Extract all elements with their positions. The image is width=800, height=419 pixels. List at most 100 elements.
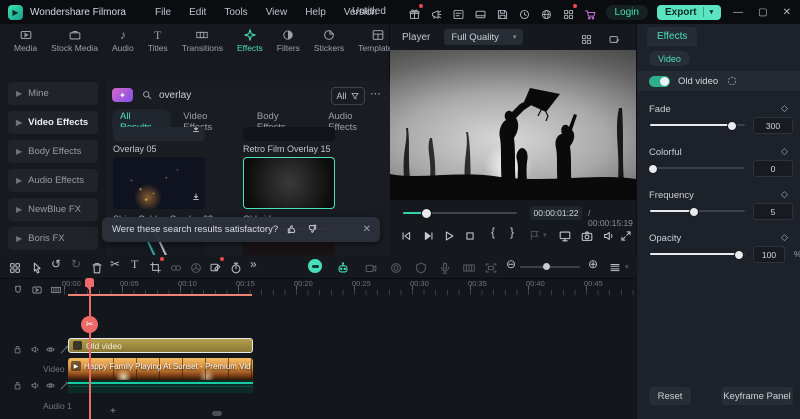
- seek-handle[interactable]: [421, 208, 432, 219]
- mark-in-button[interactable]: {: [491, 225, 495, 239]
- playhead-scissors-badge[interactable]: ✂: [81, 316, 98, 333]
- tab-filters[interactable]: Filters: [271, 28, 306, 53]
- thumbnail-old-video-selected[interactable]: [243, 157, 335, 209]
- media-browser-icon[interactable]: [8, 259, 22, 277]
- screen-record-icon[interactable]: [364, 259, 378, 277]
- add-track-icon[interactable]: +: [110, 406, 116, 417]
- playhead-pin[interactable]: [85, 278, 94, 287]
- minimize-button[interactable]: —: [730, 7, 746, 18]
- speed-icon[interactable]: [229, 259, 243, 277]
- track-lock-icon[interactable]: [12, 377, 23, 395]
- quality-dropdown[interactable]: Full Quality▾: [444, 29, 523, 45]
- split-screen-icon[interactable]: [580, 31, 593, 49]
- toast-close-icon[interactable]: ✕: [363, 224, 371, 235]
- track-height-chevron-icon[interactable]: ▾: [625, 263, 629, 271]
- login-button[interactable]: Login: [606, 5, 648, 20]
- keyframe-diamond-icon[interactable]: ◇: [781, 103, 788, 114]
- crop-icon[interactable]: [149, 259, 162, 277]
- close-button[interactable]: ✕: [780, 7, 794, 18]
- filter-dropdown[interactable]: All: [331, 87, 365, 105]
- effect-clip-old-video[interactable]: Old video: [68, 338, 253, 353]
- video-preview[interactable]: [390, 50, 636, 200]
- timeline-zoom-handle[interactable]: [543, 263, 550, 270]
- frequency-value[interactable]: 5: [753, 203, 793, 220]
- ai-assistant-icon[interactable]: [336, 259, 350, 277]
- render-preview-button[interactable]: [528, 227, 541, 245]
- opacity-slider[interactable]: [650, 253, 745, 255]
- render-chevron-icon[interactable]: ▾: [543, 231, 547, 239]
- language-icon[interactable]: [540, 6, 553, 19]
- scene-detect-icon[interactable]: [462, 259, 476, 277]
- group-icon[interactable]: [169, 259, 183, 277]
- mask-ai-icon[interactable]: [308, 259, 322, 273]
- tab-stickers[interactable]: Stickers: [308, 28, 350, 53]
- preview-clip-icon[interactable]: [31, 281, 43, 299]
- colorful-slider[interactable]: [650, 167, 745, 169]
- feedback-icon[interactable]: [452, 6, 465, 19]
- keyframe-edit-icon[interactable]: [209, 259, 222, 277]
- layout-icon[interactable]: [474, 6, 487, 19]
- maximize-button[interactable]: ▢: [755, 7, 770, 18]
- category-body-effects[interactable]: ▶Body Effects: [8, 140, 98, 163]
- keyframe-diamond-icon[interactable]: ◇: [781, 146, 788, 157]
- menu-help[interactable]: Help: [296, 7, 335, 18]
- volume-button[interactable]: [602, 227, 616, 245]
- save-icon[interactable]: [496, 6, 509, 19]
- fade-slider[interactable]: [650, 124, 745, 126]
- tab-stock-media[interactable]: Stock Media: [45, 28, 104, 53]
- fade-value[interactable]: 300: [753, 117, 793, 134]
- mark-out-button[interactable]: }: [510, 225, 514, 239]
- properties-tab-effects[interactable]: Effects: [647, 27, 697, 46]
- denoise-icon[interactable]: [414, 259, 428, 277]
- cart-icon[interactable]: [584, 6, 597, 19]
- thumbnail-retro-film-overlay-15[interactable]: [243, 127, 335, 141]
- text-tool-icon[interactable]: T: [131, 257, 138, 272]
- color-icon[interactable]: [189, 259, 203, 277]
- zoom-out-icon[interactable]: ⊖: [506, 257, 516, 271]
- snap-magnet-icon[interactable]: [12, 281, 24, 299]
- scopes-icon[interactable]: [608, 31, 621, 49]
- split-scissors-icon[interactable]: ✂: [110, 257, 120, 271]
- menu-file[interactable]: File: [146, 7, 180, 18]
- colorful-value[interactable]: 0: [753, 160, 793, 177]
- category-audio-effects[interactable]: ▶Audio Effects: [8, 169, 98, 192]
- playhead-line[interactable]: [89, 278, 91, 419]
- tab-media[interactable]: Media: [8, 28, 43, 53]
- frequency-slider[interactable]: [650, 210, 745, 212]
- cloud-backup-icon[interactable]: [518, 6, 531, 19]
- video-clip-audio-waveform[interactable]: [68, 380, 253, 393]
- display-device-button[interactable]: [558, 227, 572, 245]
- thumbs-up-icon[interactable]: [286, 221, 298, 239]
- tab-audio[interactable]: ♪Audio: [106, 28, 140, 53]
- export-button[interactable]: Export▾: [657, 5, 721, 20]
- film-marker-icon[interactable]: [50, 281, 62, 299]
- track-lock-icon[interactable]: [12, 341, 23, 359]
- keyframe-panel-button[interactable]: Keyframe Panel: [721, 387, 793, 405]
- select-tool-icon[interactable]: [30, 259, 44, 277]
- more-tools-icon[interactable]: »: [250, 257, 257, 271]
- more-options-button[interactable]: ⋯: [370, 87, 381, 100]
- video-clip[interactable]: ▶ Happy Family Playing At Sunset - Premi…: [68, 358, 253, 380]
- reset-button[interactable]: Reset: [649, 387, 691, 405]
- tab-titles[interactable]: TTitles: [142, 28, 174, 53]
- voiceover-icon[interactable]: [438, 259, 452, 277]
- track-visibility-icon[interactable]: [45, 341, 56, 359]
- effect-enable-toggle[interactable]: [649, 76, 670, 87]
- stop-button[interactable]: [463, 227, 477, 245]
- auto-reframe-icon[interactable]: [484, 259, 498, 277]
- track-height-icon[interactable]: [608, 259, 622, 277]
- thumbs-down-icon[interactable]: [306, 221, 318, 239]
- category-newblue-fx[interactable]: ▶NewBlue FX: [8, 198, 98, 221]
- opacity-value[interactable]: 100: [753, 246, 785, 263]
- ai-search-icon[interactable]: ✦: [112, 88, 133, 102]
- promotion-icon[interactable]: [430, 6, 443, 19]
- track-visibility-icon[interactable]: [45, 377, 56, 395]
- category-mine[interactable]: ▶Mine: [8, 82, 98, 105]
- menu-edit[interactable]: Edit: [180, 7, 215, 18]
- redo-icon[interactable]: ↻: [71, 257, 81, 271]
- apps-icon[interactable]: [562, 6, 575, 19]
- category-video-effects[interactable]: ▶Video Effects: [8, 111, 98, 134]
- keyframe-diamond-icon[interactable]: ◇: [781, 232, 788, 243]
- delete-icon[interactable]: [90, 259, 104, 277]
- snapshot-button[interactable]: [580, 227, 594, 245]
